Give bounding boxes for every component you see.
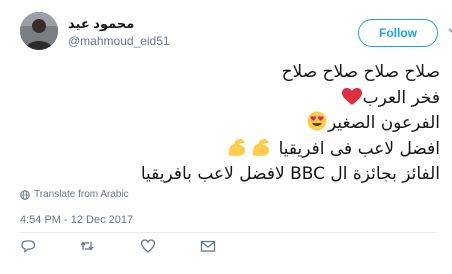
tweet-line: الفرعون الصغير bbox=[20, 111, 440, 137]
translate-link[interactable]: Translate from Arabic bbox=[20, 189, 129, 200]
follow-button[interactable]: Follow bbox=[358, 19, 438, 47]
reply-button[interactable] bbox=[20, 238, 36, 254]
tweet-timestamp[interactable]: 4:54 PM - 12 Dec 2017 bbox=[20, 214, 133, 226]
like-icon bbox=[140, 239, 156, 253]
author-name[interactable]: محمود عيد bbox=[68, 16, 134, 32]
retweet-button[interactable] bbox=[79, 238, 95, 254]
like-button[interactable] bbox=[140, 238, 156, 254]
tweet-text: صلاح صلاح صلاح صلاح فخر العرب الفرعون ال… bbox=[20, 60, 440, 188]
divider bbox=[20, 232, 436, 233]
dm-icon bbox=[200, 240, 216, 252]
tweet-line: فخر العرب bbox=[20, 86, 440, 112]
flexed-biceps-emoji bbox=[228, 138, 246, 156]
red-heart-emoji bbox=[341, 87, 362, 105]
direct-message-button[interactable] bbox=[200, 238, 216, 254]
tweet-header: محمود عيد @mahmoud_eid51 Follow bbox=[20, 12, 452, 52]
tweet-line: افضل لاعب فى افريقيا bbox=[20, 137, 440, 163]
tweet-card: محمود عيد @mahmoud_eid51 Follow صلاح صلا… bbox=[0, 0, 452, 274]
translate-label[interactable]: Translate from Arabic bbox=[34, 189, 129, 200]
heart-eyes-emoji bbox=[307, 111, 327, 131]
tweet-actions bbox=[20, 238, 240, 256]
avatar[interactable] bbox=[20, 12, 58, 50]
reply-icon bbox=[21, 240, 36, 253]
tweet-line: صلاح صلاح صلاح صلاح bbox=[281, 62, 440, 82]
retweet-icon bbox=[80, 241, 94, 251]
chevron-down-icon[interactable] bbox=[448, 27, 452, 37]
globe-icon bbox=[20, 189, 30, 200]
tweet-line: الفائز بجائزة ال BBC لافضل لاعب بافريقيا bbox=[140, 164, 440, 184]
flexed-biceps-emoji bbox=[252, 138, 270, 156]
author-handle[interactable]: @mahmoud_eid51 bbox=[68, 34, 170, 48]
